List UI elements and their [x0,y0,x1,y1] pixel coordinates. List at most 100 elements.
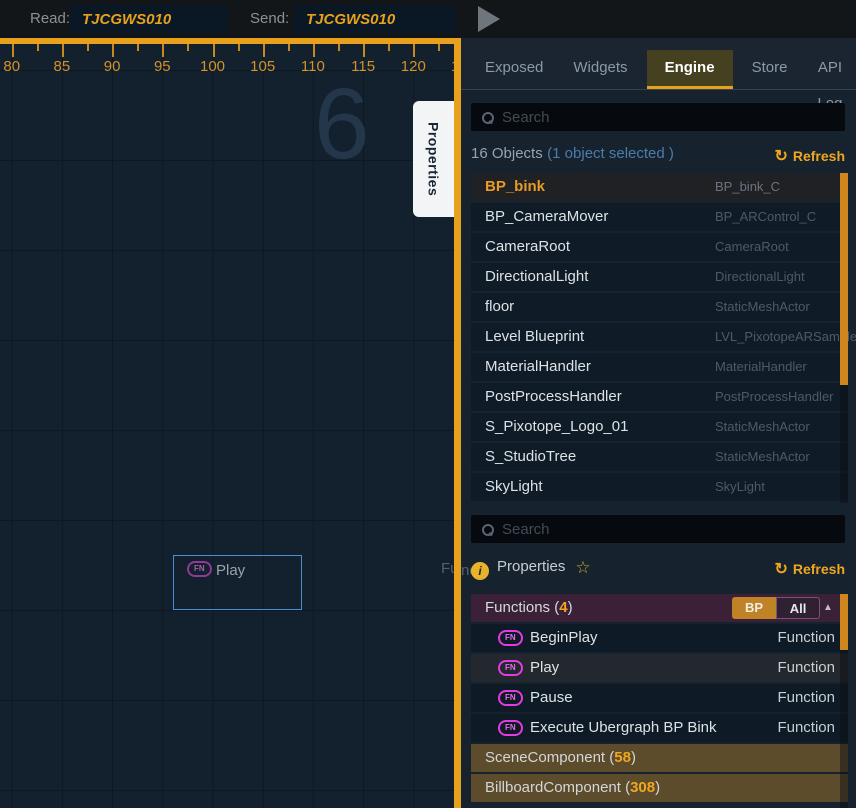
object-row[interactable]: MaterialHandler MaterialHandler [471,353,848,381]
all-filter-button[interactable]: All [776,597,820,619]
scene-canvas[interactable]: 6 80859095100105110115120125 Function FN… [0,38,461,808]
ruler-tick-major [162,44,164,57]
bp-all-toggle: BP All [732,597,820,619]
properties-side-tab-label: Properties [426,122,442,196]
properties-side-tab[interactable]: Properties [413,101,454,217]
properties-refresh-button[interactable]: ↻Refresh [774,559,845,579]
ruler-tick-major [112,44,114,57]
component-group-header[interactable]: BillboardComponent 308 [471,774,848,802]
functions-count: 4 [554,599,572,616]
function-row[interactable]: FN Play Function [471,654,848,682]
objects-search-input[interactable] [502,109,845,126]
functions-list: FN BeginPlay Function FN Play Function F… [471,624,848,744]
objects-list: BP_bink BP_bink_C BP_CameraMover BP_ARCo… [471,173,848,503]
ruler-label: 90 [95,58,129,75]
read-input[interactable] [70,5,228,33]
fn-icon: FN [498,690,523,706]
star-icon[interactable]: ☆ [575,558,590,577]
info-icon[interactable]: i [471,562,489,580]
properties-title: Properties [497,558,565,575]
right-panel: nc Exposed Widgets Engine Store API Log … [461,38,856,808]
ruler-label: 100 [196,58,230,75]
objects-selected-count: (1 object selected ) [547,145,674,162]
object-row[interactable]: BP_CameraMover BP_ARControl_C [471,203,848,231]
object-row[interactable]: SkyLight SkyLight [471,473,848,501]
play-node-label: Play [216,562,245,579]
objects-header: 16 Objects (1 object selected ) ↻Refresh [471,145,848,169]
object-row[interactable]: S_Pixotope_Logo_01 StaticMeshActor [471,413,848,441]
object-row[interactable]: S_StudioTree StaticMeshActor [471,443,848,471]
function-row[interactable]: FN BeginPlay Function [471,624,848,652]
play-function-node[interactable]: FN Play [173,555,302,610]
ruler-tick-minor [238,44,240,51]
ruler-tick-minor [187,44,189,51]
objects-count: 16 Objects [471,145,543,162]
functions-group-title: Functions 4 [485,599,573,616]
object-row[interactable]: BP_bink BP_bink_C [471,173,848,201]
function-row[interactable]: FN Execute Ubergraph BP Bink Function [471,714,848,742]
panel-tabbar: Exposed Widgets Engine Store API Log [461,38,856,90]
app-root: { "top_bar": { "read_label": "Read:", "r… [0,0,856,808]
tab[interactable]: Widgets [562,50,638,89]
bp-filter-button[interactable]: BP [732,597,776,619]
properties-search-input[interactable] [502,521,845,538]
canvas-border [454,38,461,808]
read-label: Read: [30,10,70,27]
function-row[interactable]: FN Pause Function [471,684,848,712]
functions-group-header[interactable]: Functions 4 BP All ▲ [471,594,848,622]
ruler-label: 80 [0,58,29,75]
send-label: Send: [250,10,289,27]
component-group-header[interactable]: SceneComponent 58 [471,744,848,772]
ruler-tick-major [12,44,14,57]
ruler: 80859095100105110115120125 [0,38,461,118]
ruler-tick-major [363,44,365,57]
object-row[interactable]: DirectionalLight DirectionalLight [471,263,848,291]
ruler-tick-minor [87,44,89,51]
fn-icon: FN [498,720,523,736]
collapse-arrow-icon[interactable]: ▲ [823,594,833,622]
objects-refresh-button[interactable]: ↻Refresh [774,146,845,166]
object-row[interactable]: Level Blueprint LVL_PixotopeARSample.. [471,323,848,351]
ruler-label: 110 [296,58,330,75]
ruler-tick-minor [137,44,139,51]
ruler-tick-minor [388,44,390,51]
tab[interactable]: API Log [806,50,853,89]
ruler-label: 105 [246,58,280,75]
objects-search[interactable] [471,103,845,131]
objects-scrollbar[interactable] [840,173,848,503]
ruler-tick-minor [438,44,440,51]
component-groups-list: SceneComponent 58 BillboardComponent 308 [471,744,848,804]
refresh-icon: ↻ [774,148,787,165]
tab[interactable]: Store [741,50,799,89]
fn-icon: FN [187,561,212,577]
ruler-tick-major [313,44,315,57]
send-input[interactable] [294,5,455,33]
tab[interactable]: Engine [647,50,733,89]
properties-search[interactable] [471,515,845,543]
object-row[interactable]: CameraRoot CameraRoot [471,233,848,261]
object-row[interactable]: floor StaticMeshActor [471,293,848,321]
ruler-tick-major [62,44,64,57]
ruler-label: 115 [346,58,380,75]
tab[interactable]: Exposed [474,50,554,89]
ruler-label: 95 [145,58,179,75]
ruler-tick-major [213,44,215,57]
objects-scrollbar-thumb[interactable] [840,173,848,385]
ruler-tick-minor [338,44,340,51]
refresh-icon: ↻ [774,561,787,578]
ruler-tick-minor [37,44,39,51]
fn-icon: FN [498,660,523,676]
ruler-tick-minor [288,44,290,51]
search-icon [482,524,493,535]
ruler-label: 120 [396,58,430,75]
properties-scrollbar-thumb[interactable] [840,594,848,650]
ruler-tick-major [413,44,415,57]
search-icon [482,112,493,123]
ruler-tick-major [263,44,265,57]
object-row[interactable]: PostProcessHandler PostProcessHandler [471,383,848,411]
ruler-label: 85 [45,58,79,75]
fn-icon: FN [498,630,523,646]
properties-scrollbar[interactable] [840,594,848,808]
properties-header: i Properties ☆ ↻Refresh [471,558,848,582]
play-icon[interactable] [478,6,500,32]
